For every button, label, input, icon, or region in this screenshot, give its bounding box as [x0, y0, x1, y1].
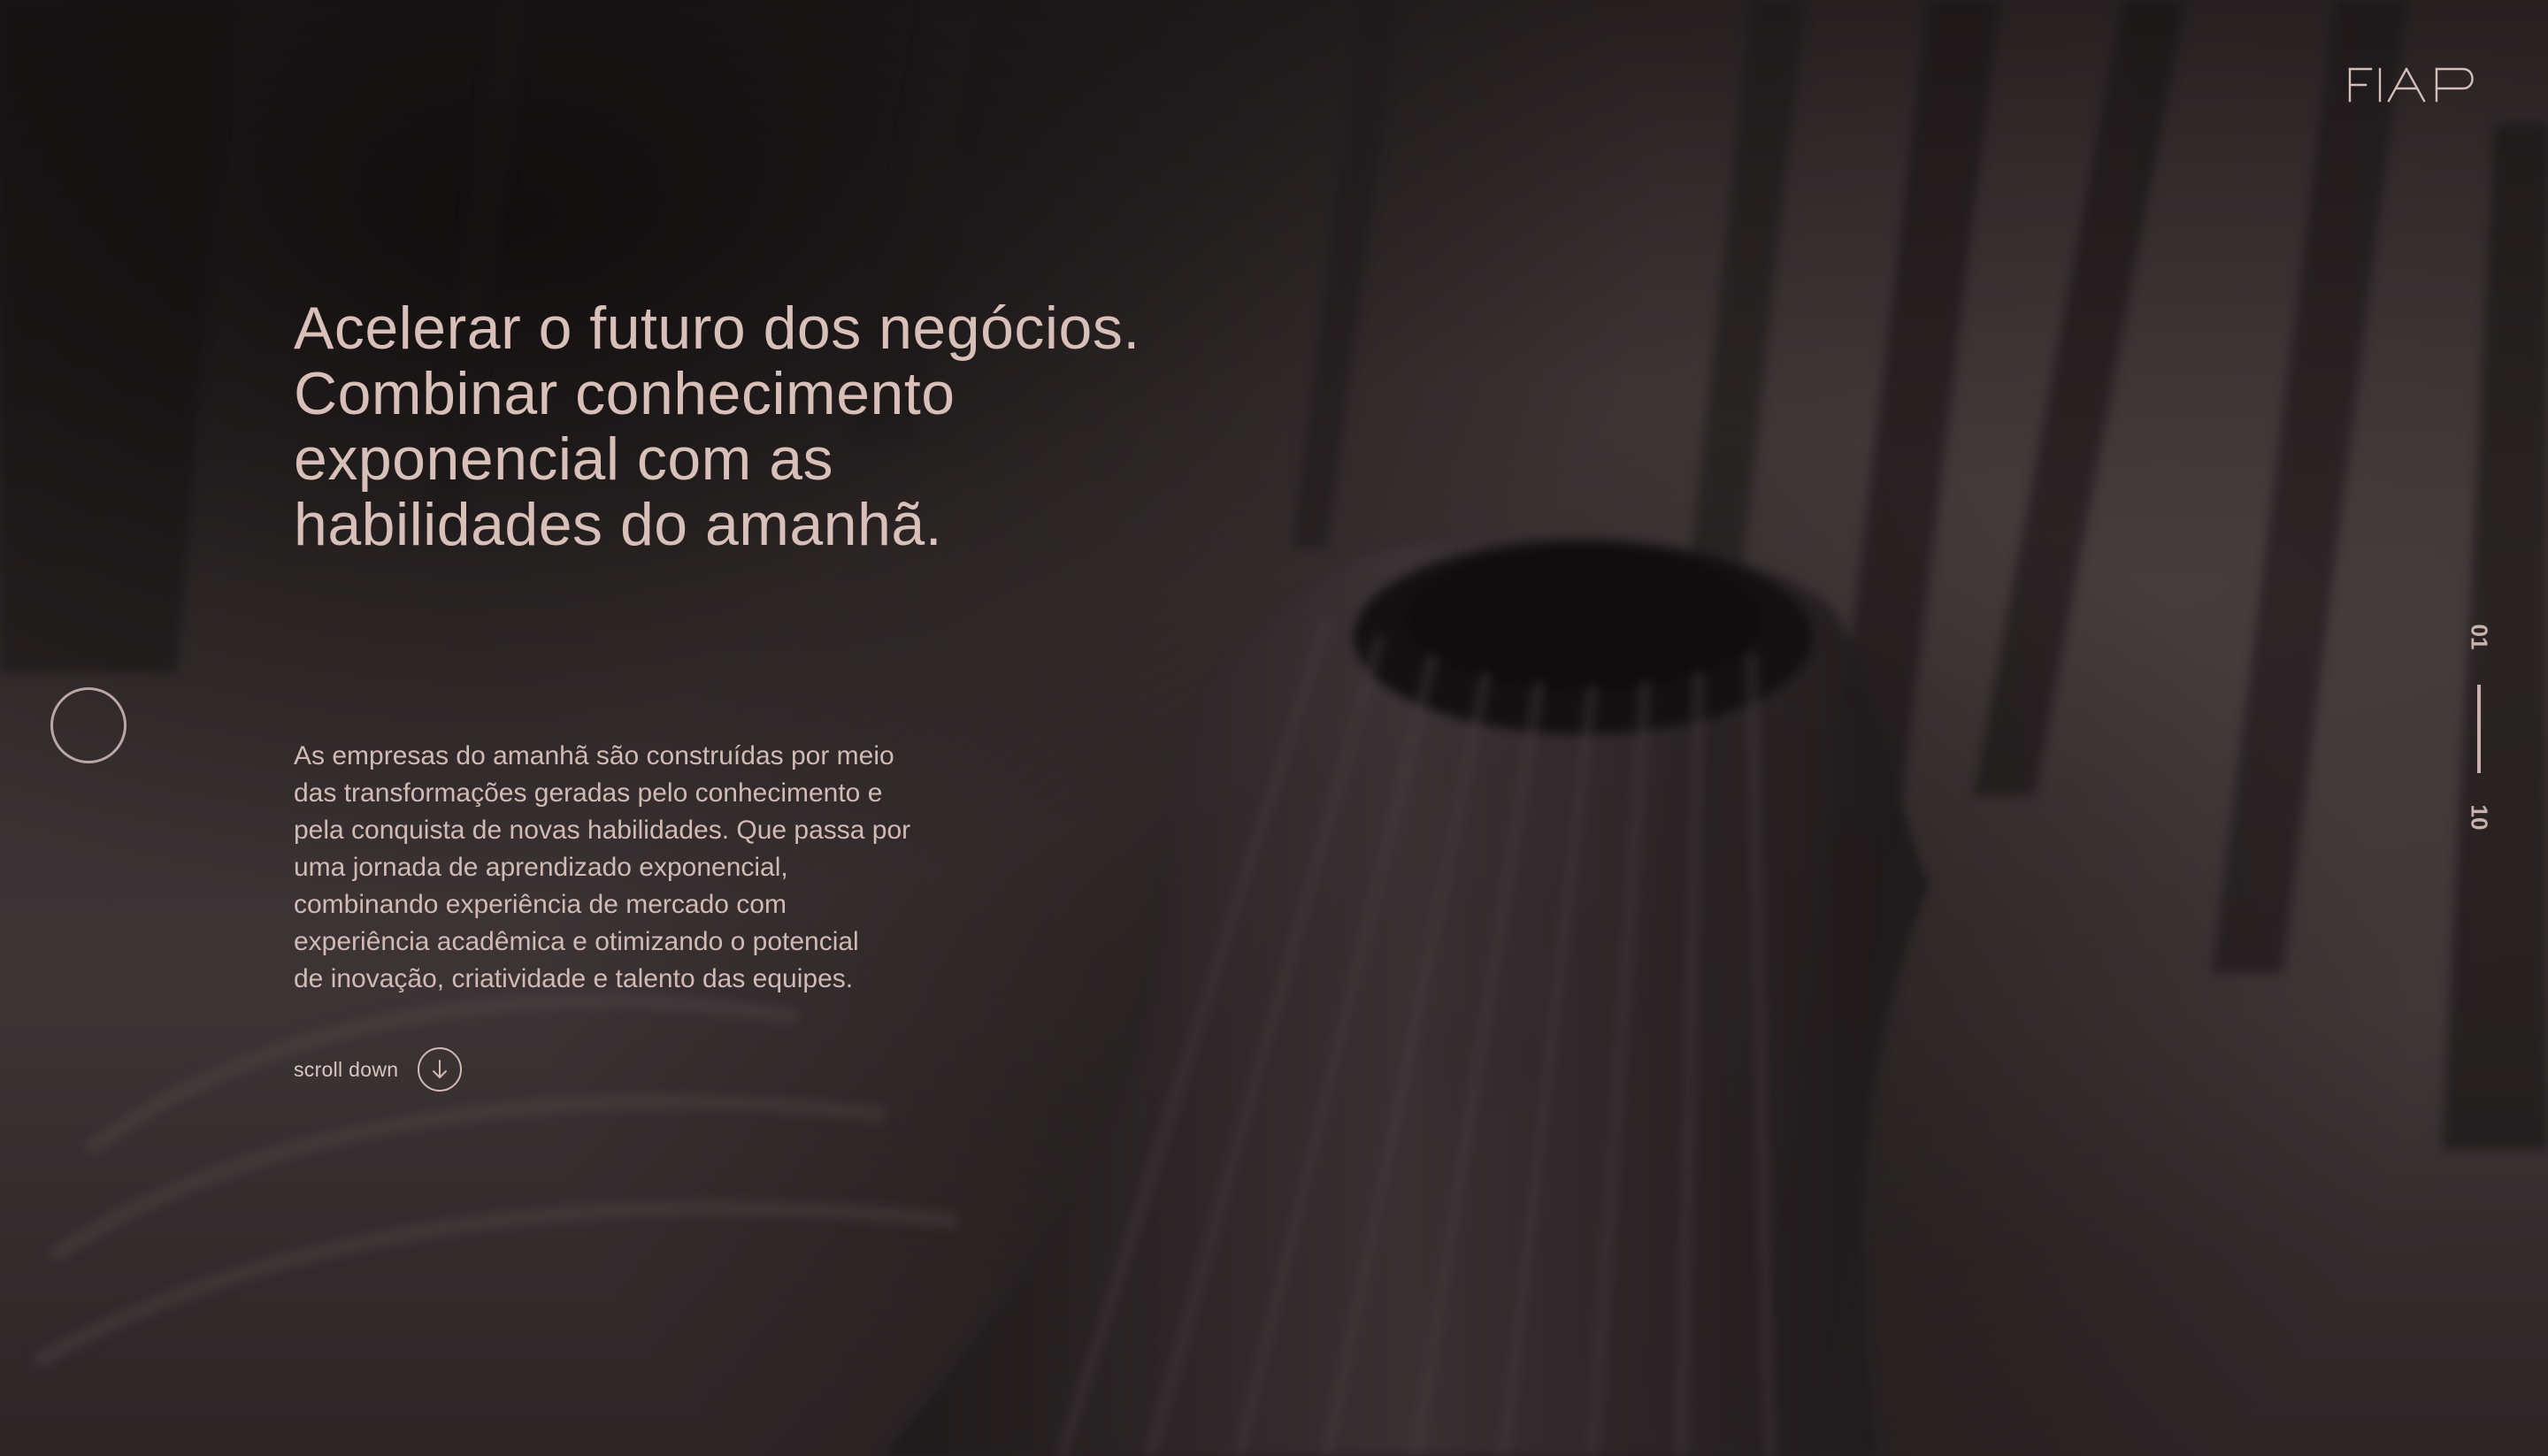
- description-line: de inovação, criatividade e talento das …: [294, 964, 854, 993]
- pager-total: 10: [2465, 804, 2492, 831]
- arrow-down-icon[interactable]: [418, 1047, 463, 1092]
- headline-line: exponencial com as: [294, 425, 834, 493]
- fiap-logo[interactable]: [2348, 64, 2479, 106]
- description-line: As empresas do amanhã são construídas po…: [294, 741, 894, 770]
- hero-description: As empresas do amanhã são construídas po…: [294, 738, 1037, 998]
- pager-current: 01: [2465, 624, 2492, 650]
- hero-headline: Acelerar o futuro dos negócios. Combinar…: [294, 295, 1355, 557]
- scroll-down-label: scroll down: [294, 1057, 399, 1081]
- background-3d-artwork: [0, 0, 2548, 1456]
- description-line: das transformações geradas pelo conhecim…: [294, 778, 883, 808]
- scroll-down-button[interactable]: scroll down: [294, 1047, 463, 1092]
- slide-pager: 01 10: [2461, 619, 2497, 840]
- headline-line: Acelerar o futuro dos negócios.: [294, 295, 1140, 362]
- headline-line: Combinar conhecimento: [294, 360, 956, 427]
- hero-section: Acelerar o futuro dos negócios. Combinar…: [0, 0, 2548, 1456]
- headline-line: habilidades do amanhã.: [294, 491, 943, 558]
- description-line: uma jornada de aprendizado exponencial,: [294, 853, 788, 882]
- pager-progress-line: [2477, 685, 2481, 773]
- description-line: combinando experiência de mercado com: [294, 890, 787, 919]
- description-line: pela conquista de novas habilidades. Que…: [294, 816, 911, 845]
- cursor-follower-circle: [50, 687, 127, 763]
- fiap-logo-mark: [2348, 67, 2474, 103]
- description-line: experiência acadêmica e otimizando o pot…: [294, 927, 859, 956]
